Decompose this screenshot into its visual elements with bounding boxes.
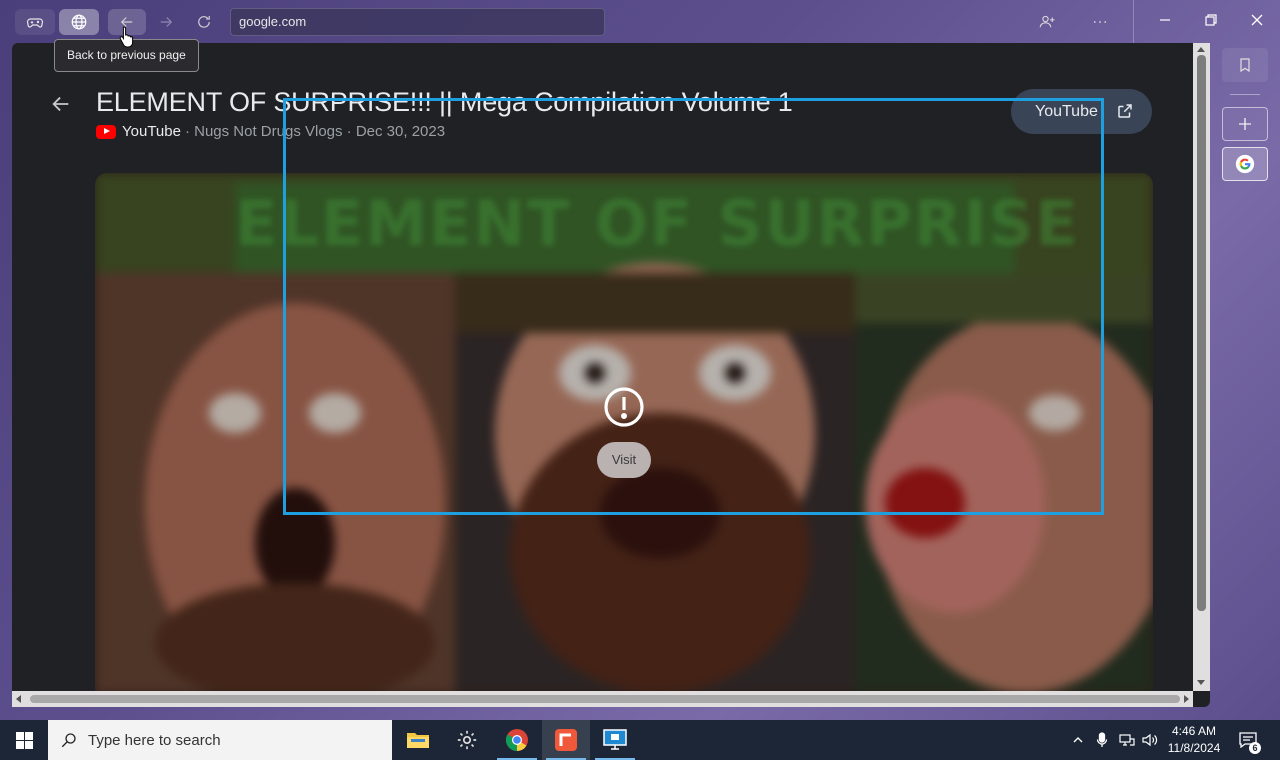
- result-title[interactable]: ELEMENT OF SURPRISE!!! || Mega Compilati…: [96, 87, 793, 118]
- add-tab-button[interactable]: [1222, 107, 1268, 141]
- windows-logo-icon: [15, 731, 33, 749]
- plus-icon: [1239, 118, 1251, 130]
- external-link-icon: [1118, 104, 1132, 118]
- close-icon: [1251, 14, 1263, 26]
- horizontal-scroll-thumb[interactable]: [30, 695, 1180, 703]
- scroll-right-icon[interactable]: [1184, 695, 1189, 703]
- speaker-icon: [1142, 733, 1158, 747]
- back-arrow-icon[interactable]: [50, 93, 72, 115]
- address-bar[interactable]: google.com: [230, 8, 605, 36]
- restore-button[interactable]: [1188, 0, 1234, 40]
- warning-icon: [604, 387, 644, 427]
- network-icon: [1119, 734, 1135, 746]
- minimize-button[interactable]: [1142, 0, 1188, 40]
- clock-time: 4:46 AM: [1171, 724, 1217, 738]
- google-tab-button[interactable]: [1222, 147, 1268, 181]
- taskbar-app-red[interactable]: [542, 720, 590, 760]
- video-thumbnail[interactable]: ELEMENT OF SURPRISE Visit: [95, 173, 1153, 693]
- google-logo-icon: [1235, 154, 1255, 174]
- person-add-icon: [1039, 15, 1055, 28]
- minimize-icon: [1160, 19, 1170, 21]
- mouse-pointer-icon: [119, 26, 134, 48]
- notification-badge: 6: [1249, 742, 1261, 754]
- remote-desktop-icon: [603, 729, 627, 750]
- vertical-scrollbar[interactable]: [1193, 43, 1210, 691]
- forward-button[interactable]: [147, 9, 185, 35]
- taskbar-chrome[interactable]: [493, 720, 541, 760]
- tray-overflow[interactable]: [1068, 720, 1088, 760]
- content-panel: ELEMENT OF SURPRISE!!! || Mega Compilati…: [12, 43, 1210, 707]
- gamepad-icon: [26, 18, 44, 28]
- bookmark-button[interactable]: [1222, 48, 1268, 82]
- more-icon: [1093, 21, 1107, 23]
- tray-network[interactable]: [1116, 720, 1138, 760]
- taskbar-remote-desktop[interactable]: [591, 720, 639, 760]
- taskbar-search[interactable]: Type here to search: [48, 720, 392, 760]
- visit-button[interactable]: Visit: [597, 442, 651, 478]
- result-meta: YouTube · Nugs Not Drugs Vlogs · Dec 30,…: [96, 123, 445, 140]
- start-button[interactable]: [0, 720, 48, 760]
- refresh-button[interactable]: [185, 9, 223, 35]
- scroll-left-icon[interactable]: [16, 695, 21, 703]
- search-icon: [61, 733, 76, 748]
- scroll-up-icon[interactable]: [1197, 47, 1205, 52]
- browser-toolbar: google.com: [0, 0, 1280, 43]
- tray-microphone[interactable]: [1092, 720, 1112, 760]
- result-channel-date: · Nugs Not Drugs Vlogs · Dec 30, 2023: [184, 123, 446, 140]
- restore-icon: [1205, 14, 1217, 26]
- result-source: YouTube: [122, 123, 181, 140]
- gear-icon: [457, 730, 477, 750]
- open-youtube-button[interactable]: YouTube: [1011, 89, 1152, 134]
- chevron-up-icon: [1073, 737, 1083, 743]
- taskbar-clock[interactable]: 4:46 AM 11/8/2024: [1164, 723, 1224, 757]
- youtube-logo-icon: [96, 124, 116, 139]
- bookmark-icon: [1240, 58, 1250, 73]
- gamepad-button[interactable]: [15, 9, 55, 35]
- vertical-scroll-thumb[interactable]: [1197, 55, 1206, 611]
- scroll-down-icon[interactable]: [1197, 680, 1205, 685]
- taskbar-search-placeholder: Type here to search: [88, 731, 221, 749]
- clock-date: 11/8/2024: [1167, 741, 1221, 755]
- side-separator: [1230, 94, 1260, 95]
- close-button[interactable]: [1234, 0, 1280, 40]
- more-options-button[interactable]: [1080, 9, 1120, 35]
- web-button[interactable]: [59, 9, 99, 35]
- taskbar-settings[interactable]: [443, 720, 491, 760]
- chrome-icon: [506, 729, 528, 751]
- toolbar-divider: [1133, 0, 1134, 43]
- globe-icon: [71, 14, 87, 30]
- refresh-icon: [198, 16, 210, 28]
- folder-icon: [407, 733, 429, 748]
- tray-notifications[interactable]: [1234, 720, 1262, 760]
- taskbar: Type here to search 4:46 AM 11/8/2024 6: [0, 720, 1280, 760]
- microphone-icon: [1096, 732, 1108, 747]
- thumbnail-overlay: [95, 173, 1153, 693]
- add-person-button[interactable]: [1027, 9, 1067, 35]
- arrow-right-icon: [160, 17, 173, 27]
- horizontal-scrollbar[interactable]: [12, 691, 1193, 707]
- taskbar-file-explorer[interactable]: [394, 720, 442, 760]
- app-tile-icon: [555, 729, 577, 751]
- tray-volume[interactable]: [1140, 720, 1160, 760]
- open-youtube-label: YouTube: [1035, 102, 1098, 120]
